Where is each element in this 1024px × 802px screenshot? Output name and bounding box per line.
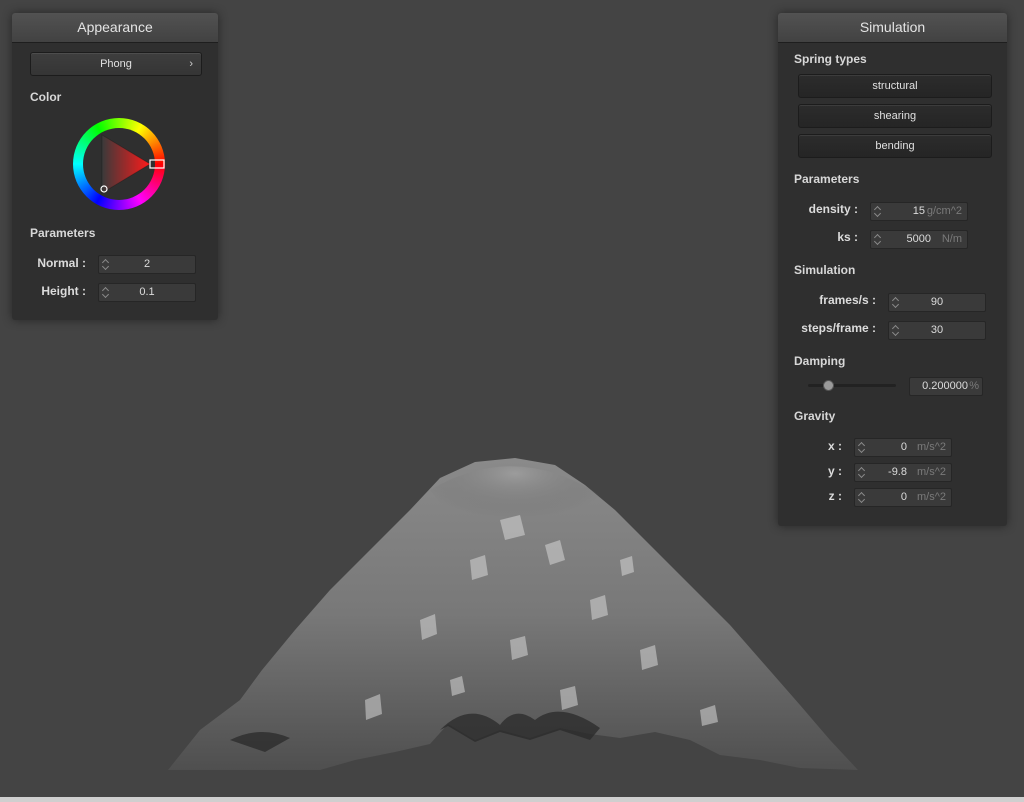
gravity-z-input[interactable]: 0 m/s^2 <box>854 488 952 507</box>
gravity-z-value: 0 <box>900 491 907 503</box>
damping-slider-track <box>808 384 896 387</box>
shearing-button[interactable]: shearing <box>798 104 992 128</box>
density-label: density : <box>808 202 858 216</box>
ks-unit: N/m <box>941 233 962 245</box>
bending-button[interactable]: bending <box>798 134 992 158</box>
spinner-icon[interactable] <box>874 232 882 247</box>
damping-input[interactable]: 0.200000 % <box>909 377 983 396</box>
chevron-right-icon: › <box>189 58 193 70</box>
steps-label: steps/frame : <box>801 321 876 335</box>
normal-label: Normal : <box>37 256 86 270</box>
color-wheel-icon[interactable] <box>72 117 166 211</box>
gravity-z-unit: m/s^2 <box>917 491 946 503</box>
ks-input[interactable]: 5000 N/m <box>870 230 968 249</box>
appearance-parameters-label: Parameters <box>30 226 96 240</box>
color-section-label: Color <box>30 90 62 104</box>
fps-input[interactable]: 90 <box>888 293 986 312</box>
simulation-panel: Simulation Spring types structural shear… <box>778 13 1007 526</box>
gravity-x-input[interactable]: 0 m/s^2 <box>854 438 952 457</box>
density-unit: g/cm^2 <box>926 205 962 217</box>
spinner-icon[interactable] <box>858 440 866 455</box>
density-input[interactable]: 15 g/cm^2 <box>870 202 968 221</box>
damping-label: Damping <box>794 354 846 368</box>
gravity-x-label: x : <box>827 439 842 453</box>
appearance-panel-title[interactable]: Appearance <box>12 13 218 43</box>
shader-dropdown[interactable]: Phong › <box>30 52 202 76</box>
appearance-panel: Appearance Phong › Color Parameters Norm… <box>12 13 218 320</box>
gravity-label: Gravity <box>794 409 836 423</box>
gravity-y-label: y : <box>827 464 842 478</box>
damping-unit: % <box>969 380 979 392</box>
spring-types-label: Spring types <box>794 52 867 66</box>
gravity-y-value: -9.8 <box>888 466 907 478</box>
ks-value: 5000 <box>906 233 931 245</box>
ks-label: ks : <box>837 230 858 244</box>
gravity-z-label: z : <box>828 489 842 503</box>
damping-value: 0.200000 <box>922 380 968 392</box>
damping-slider[interactable] <box>808 379 896 391</box>
normal-input[interactable]: 2 <box>98 255 196 274</box>
spinner-icon[interactable] <box>858 490 866 505</box>
fps-label: frames/s : <box>819 293 876 307</box>
normal-value: 2 <box>143 258 151 270</box>
height-label: Height : <box>41 284 86 298</box>
spinner-icon[interactable] <box>858 465 866 480</box>
gravity-y-unit: m/s^2 <box>917 466 946 478</box>
damping-slider-knob[interactable] <box>823 380 834 391</box>
simulation-parameters-label: Parameters <box>794 172 860 186</box>
height-value: 0.1 <box>139 286 155 298</box>
shader-dropdown-label: Phong <box>100 58 132 70</box>
fps-value: 90 <box>930 296 944 308</box>
structural-button[interactable]: structural <box>798 74 992 98</box>
spinner-icon[interactable] <box>874 204 882 219</box>
gravity-y-input[interactable]: -9.8 m/s^2 <box>854 463 952 482</box>
simulation-section-label: Simulation <box>794 263 856 277</box>
bottom-border <box>0 797 1024 802</box>
density-value: 15 <box>912 205 925 217</box>
steps-value: 30 <box>930 324 944 336</box>
height-input[interactable]: 0.1 <box>98 283 196 302</box>
simulation-panel-title[interactable]: Simulation <box>778 13 1007 43</box>
gravity-x-unit: m/s^2 <box>917 441 946 453</box>
gravity-x-value: 0 <box>900 441 907 453</box>
steps-input[interactable]: 30 <box>888 321 986 340</box>
